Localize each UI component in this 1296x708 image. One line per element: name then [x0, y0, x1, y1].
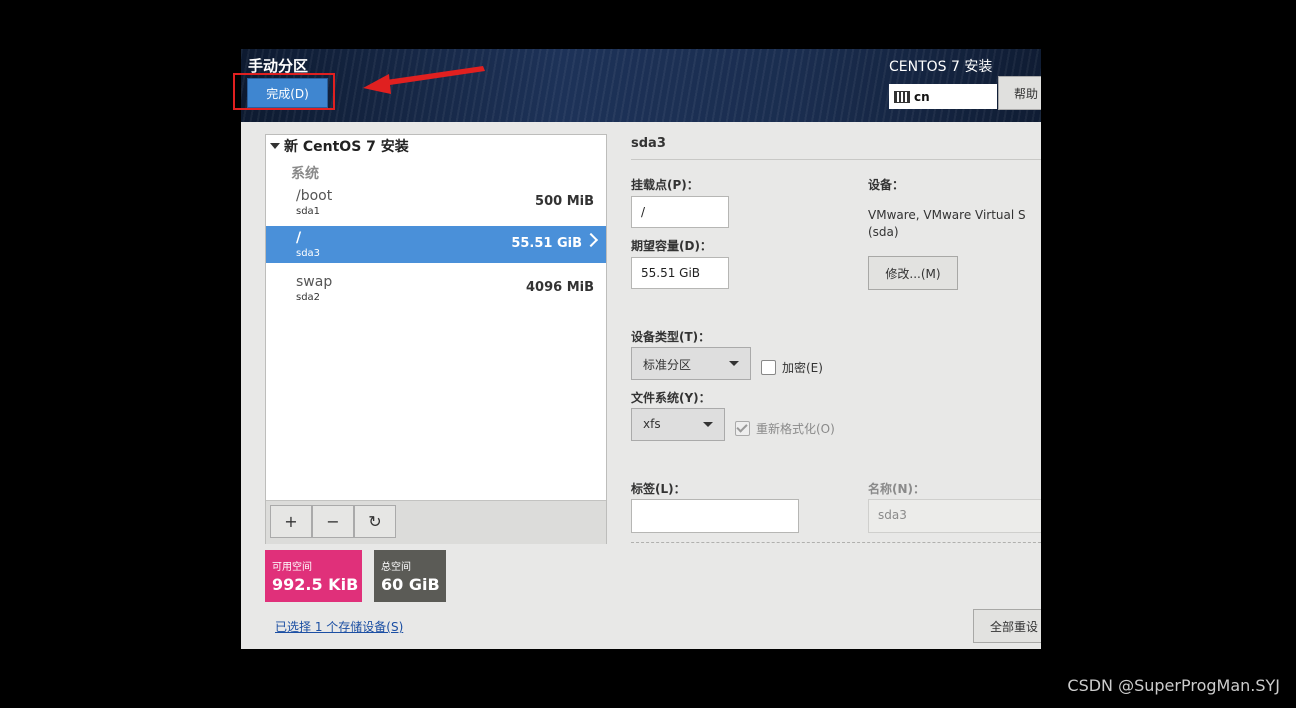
partition-detail-panel: sda3 挂载点(P)： / 期望容量(D)： 55.51 GiB 设备： VM…	[631, 49, 1041, 649]
selected-storage-link[interactable]: 已选择 1 个存储设备(S)	[275, 618, 403, 635]
devices-text-2: (sda)	[868, 225, 899, 239]
partition-mount: /boot	[296, 188, 333, 204]
tree-root[interactable]: 新 CentOS 7 安装	[270, 136, 409, 156]
encrypt-label: 加密(E)	[782, 361, 823, 375]
partition-device: sda3	[296, 248, 321, 259]
partition-row-root[interactable]: / sda3 55.51 GiB	[266, 226, 606, 263]
tag-input[interactable]	[631, 499, 799, 533]
available-space-value: 992.5 KiB	[272, 575, 359, 594]
highlight-box	[233, 73, 335, 110]
checkbox-box[interactable]	[761, 360, 776, 375]
chevron-down-icon	[729, 361, 739, 366]
partition-list-panel: 新 CentOS 7 安装 系统 /boot sda1 500 MiB / sd…	[265, 134, 607, 544]
mount-point-label: 挂载点(P)：	[631, 178, 699, 192]
reformat-checkbox[interactable]: 重新格式化(O)	[735, 420, 835, 437]
capacity-input[interactable]: 55.51 GiB	[631, 257, 729, 289]
partition-toolbar: + − ↻	[266, 500, 606, 544]
checkbox-box[interactable]	[735, 421, 750, 436]
reformat-label: 重新格式化(O)	[756, 422, 835, 436]
partition-device: sda2	[296, 292, 321, 303]
expand-triangle-icon[interactable]	[270, 143, 280, 149]
name-label: 名称(N)：	[868, 482, 926, 496]
device-type-dropdown[interactable]: 标准分区	[631, 347, 751, 380]
dashed-divider	[631, 542, 1041, 543]
available-space-label: 可用空间	[272, 562, 312, 573]
add-partition-button[interactable]: +	[270, 505, 312, 538]
total-space-label: 总空间	[381, 562, 411, 573]
available-space-tile: 可用空间 992.5 KiB	[265, 550, 362, 602]
total-space-tile: 总空间 60 GiB	[374, 550, 446, 602]
filesystem-value: xfs	[643, 417, 661, 431]
watermark-text: CSDN @SuperProgMan.SYJ	[1067, 676, 1280, 695]
capacity-label: 期望容量(D)：	[631, 239, 712, 253]
remove-partition-button[interactable]: −	[312, 505, 354, 538]
mount-point-input[interactable]: /	[631, 196, 729, 228]
partition-size: 500 MiB	[535, 194, 594, 209]
total-space-value: 60 GiB	[381, 575, 440, 594]
partition-size: 4096 MiB	[525, 280, 594, 295]
filesystem-dropdown[interactable]: xfs	[631, 408, 725, 441]
divider	[631, 159, 1041, 160]
chevron-right-icon	[583, 232, 599, 248]
partition-size: 55.51 GiB	[511, 236, 582, 251]
devices-text-1: VMware, VMware Virtual S	[868, 208, 1026, 222]
device-type-value: 标准分区	[643, 358, 692, 372]
partition-mount: swap	[296, 274, 333, 290]
arrow-annotation-icon	[363, 66, 485, 94]
partition-row-boot[interactable]: /boot sda1 500 MiB	[266, 184, 606, 221]
tag-label: 标签(L)：	[631, 482, 686, 496]
detail-device-title: sda3	[631, 136, 666, 151]
tree-root-label: 新 CentOS 7 安装	[284, 139, 409, 155]
device-type-label: 设备类型(T)：	[631, 330, 711, 344]
name-input: sda3	[868, 499, 1041, 533]
reset-all-button[interactable]: 全部重设	[973, 609, 1041, 643]
chevron-down-icon	[703, 422, 713, 427]
group-label-system: 系统	[291, 166, 319, 182]
encrypt-checkbox[interactable]: 加密(E)	[761, 359, 823, 376]
refresh-button[interactable]: ↻	[354, 505, 396, 538]
modify-button[interactable]: 修改...(M)	[868, 256, 958, 290]
filesystem-label: 文件系统(Y)：	[631, 391, 711, 405]
partition-mount: /	[296, 230, 302, 246]
devices-label: 设备：	[868, 178, 905, 192]
partition-row-swap[interactable]: swap sda2 4096 MiB	[266, 270, 606, 307]
partition-device: sda1	[296, 206, 321, 217]
installer-window: 手动分区 完成(D) CENTOS 7 安装 cn 帮助 新 CentOS 7 …	[241, 49, 1041, 649]
